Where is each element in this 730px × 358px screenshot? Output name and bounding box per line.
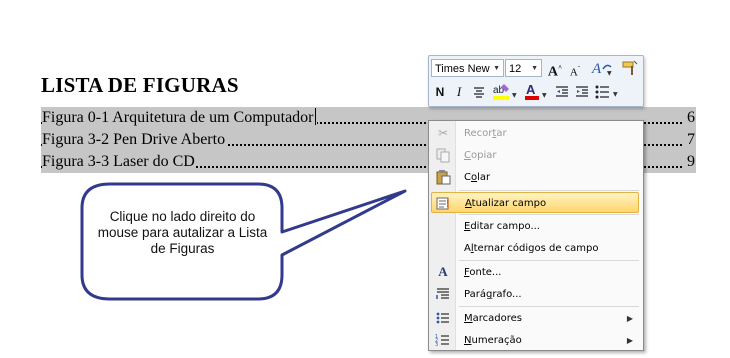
toc-entry-text: Figura 0-1 Arquitetura de um Computador (42, 107, 317, 129)
paragraph-icon (435, 286, 451, 302)
svg-text:▼: ▼ (613, 91, 618, 98)
menu-item-numeracao[interactable]: 123 Numeração ▶ (431, 330, 639, 351)
svg-text:3: 3 (435, 342, 438, 348)
chevron-down-icon[interactable]: ▼ (493, 60, 500, 78)
svg-text:A: A (526, 82, 536, 97)
toc-page-number: 9 (685, 151, 695, 173)
menu-item-colar[interactable]: Colar (431, 167, 639, 188)
center-align-icon[interactable] (471, 84, 487, 104)
toc-page-number: 6 (685, 107, 695, 129)
menu-item-editar-campo[interactable]: Editar campo... (431, 216, 639, 237)
menu-item-marcadores[interactable]: Marcadores ▶ (431, 308, 639, 329)
menu-separator (459, 214, 639, 215)
font-size-combo[interactable]: 12 ▼ (505, 59, 542, 77)
svg-text:▼: ▼ (607, 70, 612, 77)
mini-toolbar: Times New ▼ 12 ▼ A^ Aˇ A ▼ N I ab ▼ A ▼ ▼ (428, 55, 644, 107)
bold-button[interactable]: N (432, 84, 448, 100)
shrink-font-icon[interactable]: Aˇ (567, 61, 583, 81)
menu-item-fonte[interactable]: A Fonte... (431, 262, 639, 283)
menu-item-copiar[interactable]: Copiar (431, 145, 639, 166)
toc-page-number: 7 (685, 129, 695, 151)
styles-icon[interactable]: A ▼ (589, 59, 615, 81)
svg-text:!: ! (446, 198, 450, 210)
increase-indent-icon[interactable] (574, 84, 590, 104)
menu-separator (459, 306, 639, 307)
bullets-icon[interactable]: ▼ (594, 83, 622, 105)
italic-button[interactable]: I (452, 84, 466, 100)
menu-separator (459, 260, 639, 261)
svg-text:A: A (591, 61, 602, 77)
menu-item-atualizar-campo[interactable]: ! Atualizar campo (431, 192, 639, 213)
decrease-indent-icon[interactable] (554, 84, 570, 104)
svg-text:▼: ▼ (512, 92, 517, 99)
chevron-down-icon[interactable]: ▼ (531, 60, 538, 78)
highlighter-icon[interactable]: ab ▼ (491, 82, 519, 106)
menu-item-paragrafo[interactable]: Parágrafo... (431, 284, 639, 305)
toc-entry-text: Figura 3-3 Laser do CD (42, 151, 196, 173)
text-cursor (314, 108, 316, 125)
font-color-icon[interactable]: A ▼ (523, 82, 549, 106)
grow-font-icon[interactable]: A^ (546, 60, 564, 81)
numbering-icon: 123 (435, 332, 451, 348)
menu-item-alternar-codigos[interactable]: Alternar códigos de campo (431, 238, 639, 259)
menu-item-recortar[interactable]: ✂ Recortar (431, 123, 639, 144)
update-field-icon: ! (436, 195, 452, 211)
font-icon: A (438, 264, 448, 279)
copy-icon (435, 147, 451, 163)
font-name-combo[interactable]: Times New ▼ (431, 59, 504, 77)
menu-separator (459, 190, 639, 191)
paste-icon (435, 169, 451, 185)
context-menu: ✂ Recortar Copiar Colar ! Atualizar camp… (428, 120, 644, 351)
svg-text:▼: ▼ (542, 92, 547, 99)
submenu-arrow-icon: ▶ (626, 314, 633, 323)
callout-text: Clique no lado direito do mouse para aut… (97, 209, 268, 256)
format-painter-icon[interactable] (621, 59, 639, 81)
toc-entry-text: Figura 3-2 Pen Drive Aberto (42, 129, 227, 151)
scissors-icon: ✂ (437, 126, 449, 140)
submenu-arrow-icon: ▶ (626, 336, 633, 345)
bullets-icon (435, 310, 451, 326)
